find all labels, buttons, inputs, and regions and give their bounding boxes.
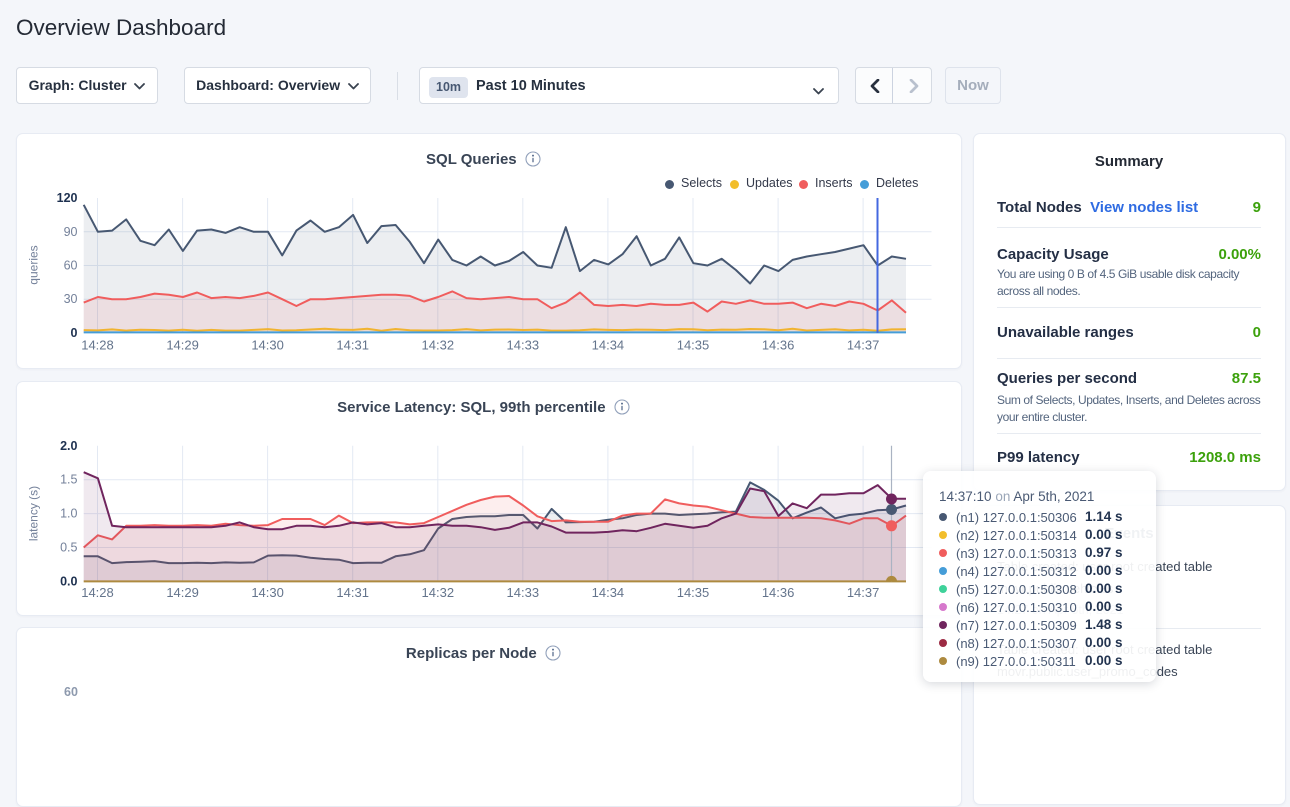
svg-text:14:35: 14:35 xyxy=(676,585,709,600)
svg-text:14:30: 14:30 xyxy=(251,338,284,353)
svg-text:14:32: 14:32 xyxy=(421,585,454,600)
svg-text:14:31: 14:31 xyxy=(336,338,369,353)
svg-text:0.5: 0.5 xyxy=(60,540,77,554)
svg-text:latency (s): latency (s) xyxy=(26,485,40,540)
svg-text:14:28: 14:28 xyxy=(81,338,114,353)
svg-text:0: 0 xyxy=(70,326,77,340)
svg-text:2.0: 2.0 xyxy=(60,438,77,452)
svg-text:90: 90 xyxy=(63,225,77,239)
svg-text:queries: queries xyxy=(26,245,40,284)
svg-text:120: 120 xyxy=(56,191,77,205)
svg-text:1.0: 1.0 xyxy=(60,506,77,520)
svg-text:60: 60 xyxy=(63,259,77,273)
svg-text:0.0: 0.0 xyxy=(60,574,77,588)
svg-text:14:28: 14:28 xyxy=(81,585,114,600)
svg-text:14:29: 14:29 xyxy=(166,585,199,600)
svg-text:14:36: 14:36 xyxy=(761,585,794,600)
svg-text:14:36: 14:36 xyxy=(761,338,794,353)
svg-text:14:33: 14:33 xyxy=(506,338,539,353)
svg-text:14:33: 14:33 xyxy=(506,585,539,600)
svg-text:14:31: 14:31 xyxy=(336,585,369,600)
svg-text:30: 30 xyxy=(63,292,77,306)
svg-text:14:32: 14:32 xyxy=(421,338,454,353)
svg-text:14:34: 14:34 xyxy=(591,338,624,353)
svg-text:14:35: 14:35 xyxy=(676,338,709,353)
svg-text:14:29: 14:29 xyxy=(166,338,199,353)
svg-text:14:37: 14:37 xyxy=(846,585,879,600)
svg-text:1.5: 1.5 xyxy=(60,472,77,486)
svg-text:14:30: 14:30 xyxy=(251,585,284,600)
svg-text:14:37: 14:37 xyxy=(846,338,879,353)
svg-text:14:34: 14:34 xyxy=(591,585,624,600)
